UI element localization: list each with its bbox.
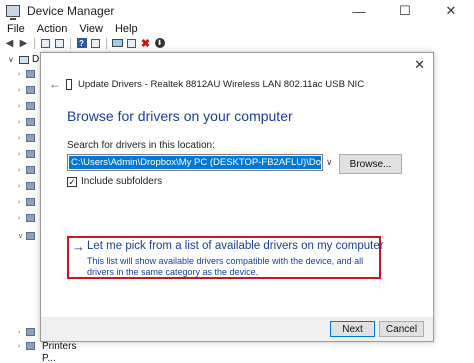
properties-icon[interactable]	[40, 38, 51, 49]
search-location-value: C:\Users\Admin\Dropbox\My PC (DESKTOP-FB…	[69, 156, 321, 169]
toolbar-separator	[106, 37, 107, 49]
chevron-right-icon[interactable]: ›	[18, 71, 26, 78]
device-tree: ∨ DES › › › › › › › › › › ∨ › ›	[0, 52, 53, 363]
tree-item[interactable]: ›	[18, 118, 35, 126]
toolbar-separator	[70, 37, 71, 49]
tree-item[interactable]: ›	[18, 150, 35, 158]
dialog-header: ← Update Drivers - Realtek 8812AU Wirele…	[49, 77, 364, 91]
resources-view-icon[interactable]	[90, 38, 101, 49]
chevron-right-icon[interactable]: ›	[18, 87, 26, 94]
device-category-icon	[26, 166, 35, 174]
arrow-right-icon: →	[72, 239, 85, 254]
usb-device-icon	[66, 78, 72, 90]
disable-device-icon[interactable]: ⬇	[154, 38, 165, 49]
chevron-right-icon[interactable]: ›	[18, 329, 26, 336]
tree-item[interactable]: ∨	[18, 232, 35, 240]
device-category-icon	[26, 214, 35, 222]
chevron-right-icon[interactable]: ›	[18, 119, 26, 126]
device-category-icon	[26, 328, 35, 336]
scan-hardware-icon[interactable]	[112, 38, 123, 49]
tree-item[interactable]: ›	[18, 214, 35, 222]
chevron-down-icon[interactable]: ∨	[326, 157, 333, 168]
list-view-icon[interactable]	[54, 38, 65, 49]
maximize-button[interactable]: ☐	[382, 0, 428, 22]
device-category-icon	[26, 70, 35, 78]
pick-from-list-link[interactable]: Let me pick from a list of available dri…	[87, 240, 384, 252]
tree-item[interactable]: ›	[18, 328, 35, 336]
back-arrow-icon[interactable]: ←	[49, 77, 63, 91]
search-location-input[interactable]: C:\Users\Admin\Dropbox\My PC (DESKTOP-FB…	[67, 154, 323, 171]
dialog-header-title: Update Drivers - Realtek 8812AU Wireless…	[78, 78, 365, 90]
minimize-button[interactable]: —	[336, 0, 382, 22]
next-button[interactable]: Next	[330, 321, 375, 337]
toolbar: ◀ ▶ ? ✖ ⬇	[0, 36, 474, 50]
menu-file[interactable]: File	[0, 23, 31, 35]
browse-button[interactable]: Browse...	[339, 154, 402, 174]
chevron-right-icon[interactable]: ›	[18, 135, 26, 142]
tree-item[interactable]: ›	[18, 70, 35, 78]
pick-from-list-option[interactable]: → Let me pick from a list of available d…	[67, 236, 384, 279]
chevron-right-icon[interactable]: ›	[18, 199, 26, 206]
include-subfolders-label: Include subfolders	[81, 176, 163, 187]
forward-arrow-icon[interactable]: ▶	[18, 38, 29, 49]
window-controls: — ☐ ✕	[336, 0, 474, 22]
chevron-right-icon[interactable]: ›	[18, 151, 26, 158]
update-driver-icon[interactable]	[126, 38, 137, 49]
network-adapter-icon	[26, 232, 35, 240]
search-location-label: Search for drivers in this location:	[67, 140, 215, 151]
menu-view[interactable]: View	[73, 23, 109, 35]
tree-item[interactable]: ›	[18, 198, 35, 206]
chevron-right-icon[interactable]: ›	[18, 215, 26, 222]
tree-item[interactable]: ›	[18, 86, 35, 94]
pick-from-list-description: This list will show available drivers co…	[87, 256, 364, 277]
device-category-icon	[26, 118, 35, 126]
menu-action[interactable]: Action	[31, 23, 74, 35]
device-category-icon	[26, 198, 35, 206]
chevron-down-icon[interactable]: ∨	[18, 232, 26, 240]
printer-icon	[26, 342, 35, 350]
tree-item[interactable]: ›	[18, 134, 35, 142]
chevron-right-icon[interactable]: ›	[18, 167, 26, 174]
device-category-icon	[26, 150, 35, 158]
chevron-right-icon[interactable]: ›	[18, 103, 26, 110]
window-title: Device Manager	[27, 4, 115, 18]
tree-item-label: P...	[42, 353, 56, 363]
dialog-heading: Browse for drivers on your computer	[67, 108, 293, 124]
chevron-right-icon[interactable]: ›	[18, 343, 26, 350]
menu-bar: File Action View Help	[0, 22, 474, 36]
device-category-icon	[26, 102, 35, 110]
include-subfolders-checkbox[interactable]: ✓	[67, 176, 77, 187]
menu-help[interactable]: Help	[109, 23, 144, 35]
uninstall-device-icon[interactable]: ✖	[140, 38, 151, 50]
chevron-right-icon[interactable]: ›	[18, 183, 26, 190]
dialog-close-button[interactable]: ✕	[414, 57, 425, 73]
tree-item[interactable]: ›	[18, 342, 35, 350]
close-button[interactable]: ✕	[428, 0, 474, 22]
device-manager-titlebar: Device Manager — ☐ ✕	[0, 0, 474, 22]
cancel-button[interactable]: Cancel	[379, 321, 424, 337]
update-drivers-dialog: ✕ ← Update Drivers - Realtek 8812AU Wire…	[40, 52, 434, 342]
device-category-icon	[26, 182, 35, 190]
device-category-icon	[26, 134, 35, 142]
include-subfolders-row[interactable]: ✓ Include subfolders	[67, 176, 162, 187]
device-manager-app-icon	[6, 5, 20, 20]
computer-icon	[19, 55, 29, 64]
tree-item[interactable]: ›	[18, 182, 35, 190]
help-icon[interactable]: ?	[76, 38, 87, 49]
tree-item[interactable]: ›	[18, 102, 35, 110]
chevron-down-icon[interactable]: ∨	[8, 55, 16, 64]
tree-item-label: Printers	[42, 341, 77, 352]
device-category-icon	[26, 86, 35, 94]
back-arrow-icon[interactable]: ◀	[4, 38, 15, 49]
toolbar-separator	[34, 37, 35, 49]
tree-item[interactable]: ›	[18, 166, 35, 174]
